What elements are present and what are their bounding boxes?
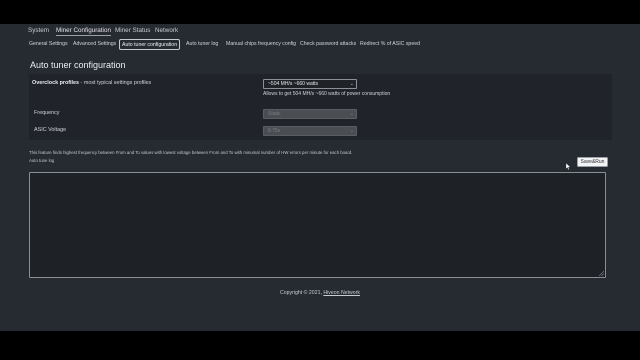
hiveon-network-link[interactable]: Hiveon Network [323, 290, 360, 296]
copyright-text: Copyright © 2021, [280, 290, 322, 296]
resize-handle-icon[interactable] [599, 271, 604, 276]
app-window: System Miner Configuration Miner Status … [0, 24, 640, 331]
asic-voltage-select: 8.75v ⌄ [263, 126, 357, 136]
top-navigation: System Miner Configuration Miner Status … [0, 24, 640, 37]
nav-miner-status[interactable]: Miner Status [115, 27, 150, 34]
frequency-select: Static ⌄ [263, 109, 357, 119]
mouse-cursor-icon [566, 163, 571, 170]
frequency-label: Frequency [34, 110, 60, 116]
overclock-profiles-label-bold: Overclock profiles [32, 80, 80, 86]
page-title: Auto tuner configuration [30, 60, 126, 70]
auto-tune-log-textarea[interactable] [29, 172, 606, 278]
tab-general-settings[interactable]: General Settings [29, 41, 68, 47]
tab-redirect-asic-speed[interactable]: Redirect % of ASIC speed [360, 41, 420, 47]
tab-auto-tuner-configuration[interactable]: Auto tuner configuration [119, 39, 181, 50]
auto-tune-log-label: Auto tune log [29, 158, 55, 163]
overclock-profiles-label: Overclock profiles - most typical settin… [32, 80, 151, 86]
asic-voltage-label: ASIC Voltage [34, 127, 67, 133]
feature-note: This feature finds highest frequency bet… [29, 150, 353, 155]
footer: Copyright © 2021, Hiveon Network [0, 290, 640, 296]
overclock-profile-select[interactable]: ~504 MH/s ~660 watts ⌄ [263, 79, 357, 89]
sub-navigation: General Settings Advanced Settings Auto … [0, 39, 640, 51]
chevron-down-icon: ⌄ [349, 128, 354, 134]
asic-voltage-value: 8.75v [268, 128, 281, 134]
overclock-profiles-label-rest: - most typical settings profiles [79, 80, 152, 86]
save-and-run-button[interactable]: Save&Run [577, 157, 608, 167]
chevron-down-icon: ⌄ [349, 81, 354, 87]
tab-auto-tuner-log[interactable]: Auto tuner log [186, 41, 218, 47]
tab-manual-chips-frequency[interactable]: Manual chips frequency config [226, 41, 296, 47]
tab-check-password-attacks[interactable]: Check password attacks [300, 41, 356, 47]
tab-advanced-settings[interactable]: Advanced Settings [73, 41, 116, 47]
nav-system[interactable]: System [28, 27, 49, 34]
overclock-profile-hint: Allows to get 504 MH/s ~660 watts of pow… [263, 91, 391, 97]
overclock-profile-value: ~504 MH/s ~660 watts [268, 81, 319, 87]
nav-network[interactable]: Network [155, 27, 178, 34]
nav-miner-configuration[interactable]: Miner Configuration [56, 27, 111, 36]
settings-panel: Overclock profiles - most typical settin… [29, 74, 612, 140]
chevron-down-icon: ⌄ [349, 111, 354, 117]
frequency-value: Static [268, 111, 281, 117]
